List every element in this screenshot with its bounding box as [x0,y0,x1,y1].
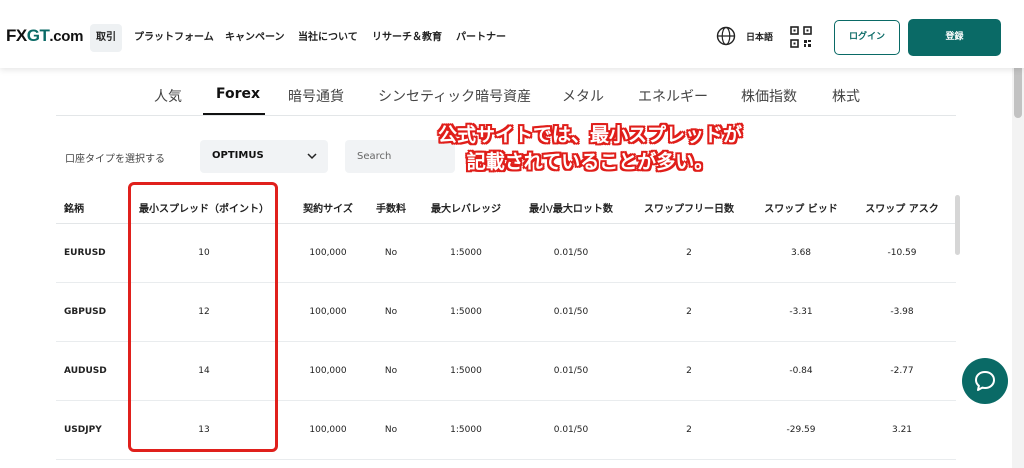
nav-item-research[interactable]: リサーチ＆教育 [372,24,442,52]
cell-swap-bid: -0.84 [789,366,813,376]
tab-crypto[interactable]: 暗号通貨 [288,86,344,106]
col-header-max-leverage: 最大レバレッジ [431,204,501,215]
account-type-label: 口座タイプを選択する [65,154,165,165]
tab-energy[interactable]: エネルギー [638,86,708,106]
cell-swap-free-days: 2 [686,425,692,435]
language-label[interactable]: 日本語 [746,30,773,43]
min-spread-highlight-box [128,182,278,452]
logo-fx: FX [6,26,27,45]
cell-contract-size: 100,000 [309,248,347,258]
cell-lot-size: 0.01/50 [553,425,589,435]
page-scrollbar[interactable] [1012,0,1024,468]
tab-stocks[interactable]: 株式 [832,86,860,106]
col-header-symbol: 銘柄 [64,204,84,215]
cell-max-leverage: 1:5000 [450,307,482,317]
col-header-commission: 手数料 [376,204,406,215]
cell-commission: No [384,307,398,317]
col-header-lot-size: 最小/最大ロット数 [529,204,613,215]
cell-swap-ask: -2.77 [890,366,914,376]
col-header-swap-bid: スワップ ビッド [764,204,838,215]
chat-bubble-icon [975,371,995,391]
cell-max-leverage: 1:5000 [450,248,482,258]
cell-symbol: EURUSD [64,248,106,258]
account-type-select[interactable]: OPTIMUS [200,140,328,173]
cell-commission: No [384,366,398,376]
cell-swap-free-days: 2 [686,248,692,258]
cell-commission: No [384,425,398,435]
cell-swap-free-days: 2 [686,366,692,376]
account-type-value: OPTIMUS [212,150,264,161]
instrument-tabs: 人気 Forex 暗号通貨 シンセティック暗号資産 メタル エネルギー 株価指数… [0,80,1024,116]
cell-swap-free-days: 2 [686,307,692,317]
cell-symbol: USDJPY [64,425,102,435]
cell-commission: No [384,248,398,258]
nav-item-campaign[interactable]: キャンペーン [225,24,285,52]
globe-icon[interactable] [716,26,736,46]
qr-code-icon[interactable] [790,26,812,48]
tab-indices[interactable]: 株価指数 [741,86,797,106]
cell-contract-size: 100,000 [309,307,347,317]
cell-max-leverage: 1:5000 [450,366,482,376]
nav-item-partner[interactable]: パートナー [456,24,506,52]
cell-swap-ask: -10.59 [887,248,917,258]
chat-button[interactable] [962,358,1008,404]
tab-popular[interactable]: 人気 [154,86,182,106]
tabs-divider [56,115,956,116]
cell-swap-bid: -3.31 [789,307,813,317]
tab-forex[interactable]: Forex [216,86,260,102]
cell-swap-bid: -29.59 [786,425,816,435]
cell-swap-ask: -3.98 [890,307,914,317]
nav-item-trade[interactable]: 取引 [90,24,122,52]
logo-gt: GT [26,26,50,45]
table-scrollbar-thumb[interactable] [955,195,960,255]
col-header-contract-size: 契約サイズ [303,204,353,215]
tab-synthetic-crypto[interactable]: シンセティック暗号資産 [378,86,531,106]
nav-item-platform[interactable]: プラットフォーム [134,24,214,52]
chevron-down-icon [307,153,317,160]
tab-metals[interactable]: メタル [562,86,604,106]
cell-swap-bid: 3.68 [790,248,812,258]
cell-lot-size: 0.01/50 [553,307,589,317]
logo-domain: .com [49,28,84,45]
site-header: FXGT.com 取引 プラットフォーム キャンペーン 当社について リサーチ＆… [0,0,1024,68]
col-header-swap-ask: スワップ アスク [865,204,939,215]
cell-symbol: AUDUSD [64,366,107,376]
fxgt-logo[interactable]: FXGT.com [6,26,83,46]
login-button[interactable]: ログイン [834,20,900,55]
annotation-callout: 公式サイトでは、最小スプレッドが 記載されていることが多い。 [405,122,775,176]
col-header-swap-free-days: スワップフリー日数 [644,204,734,215]
cell-lot-size: 0.01/50 [553,366,589,376]
nav-item-about[interactable]: 当社について [298,24,358,52]
cell-contract-size: 100,000 [309,425,347,435]
cell-max-leverage: 1:5000 [450,425,482,435]
cell-lot-size: 0.01/50 [553,248,589,258]
cell-contract-size: 100,000 [309,366,347,376]
cell-symbol: GBPUSD [64,307,107,317]
register-button[interactable]: 登録 [908,19,1001,56]
annotation-line-1: 公式サイトでは、最小スプレッドが [437,124,742,146]
cell-swap-ask: 3.21 [891,425,913,435]
annotation-line-2: 記載されていることが多い。 [466,151,714,173]
